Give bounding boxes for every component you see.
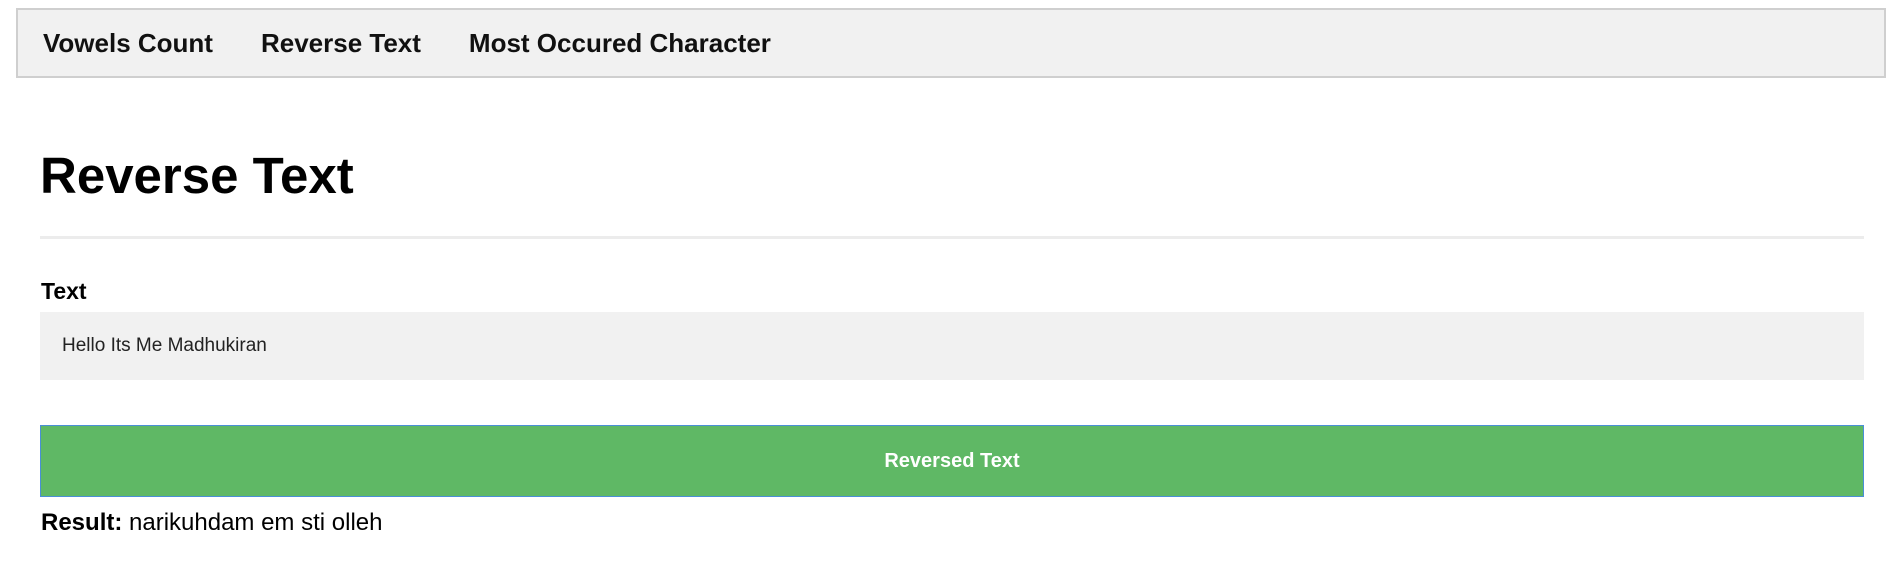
- nav-link-reverse-text[interactable]: Reverse Text: [261, 28, 421, 59]
- result-line: Result: narikuhdam em sti olleh: [41, 508, 382, 538]
- result-label: Result:: [41, 509, 123, 536]
- page-title: Reverse Text: [40, 147, 354, 204]
- nav-link-most-occured-character[interactable]: Most Occured Character: [469, 28, 771, 59]
- text-input[interactable]: [40, 312, 1864, 380]
- text-field-label: Text: [41, 278, 87, 304]
- title-divider: [40, 236, 1864, 239]
- reversed-text-button[interactable]: Reversed Text: [40, 425, 1864, 497]
- result-value: narikuhdam em sti olleh: [129, 509, 383, 536]
- nav-link-vowels-count[interactable]: Vowels Count: [43, 28, 213, 59]
- top-navbar: Vowels Count Reverse Text Most Occured C…: [16, 8, 1886, 78]
